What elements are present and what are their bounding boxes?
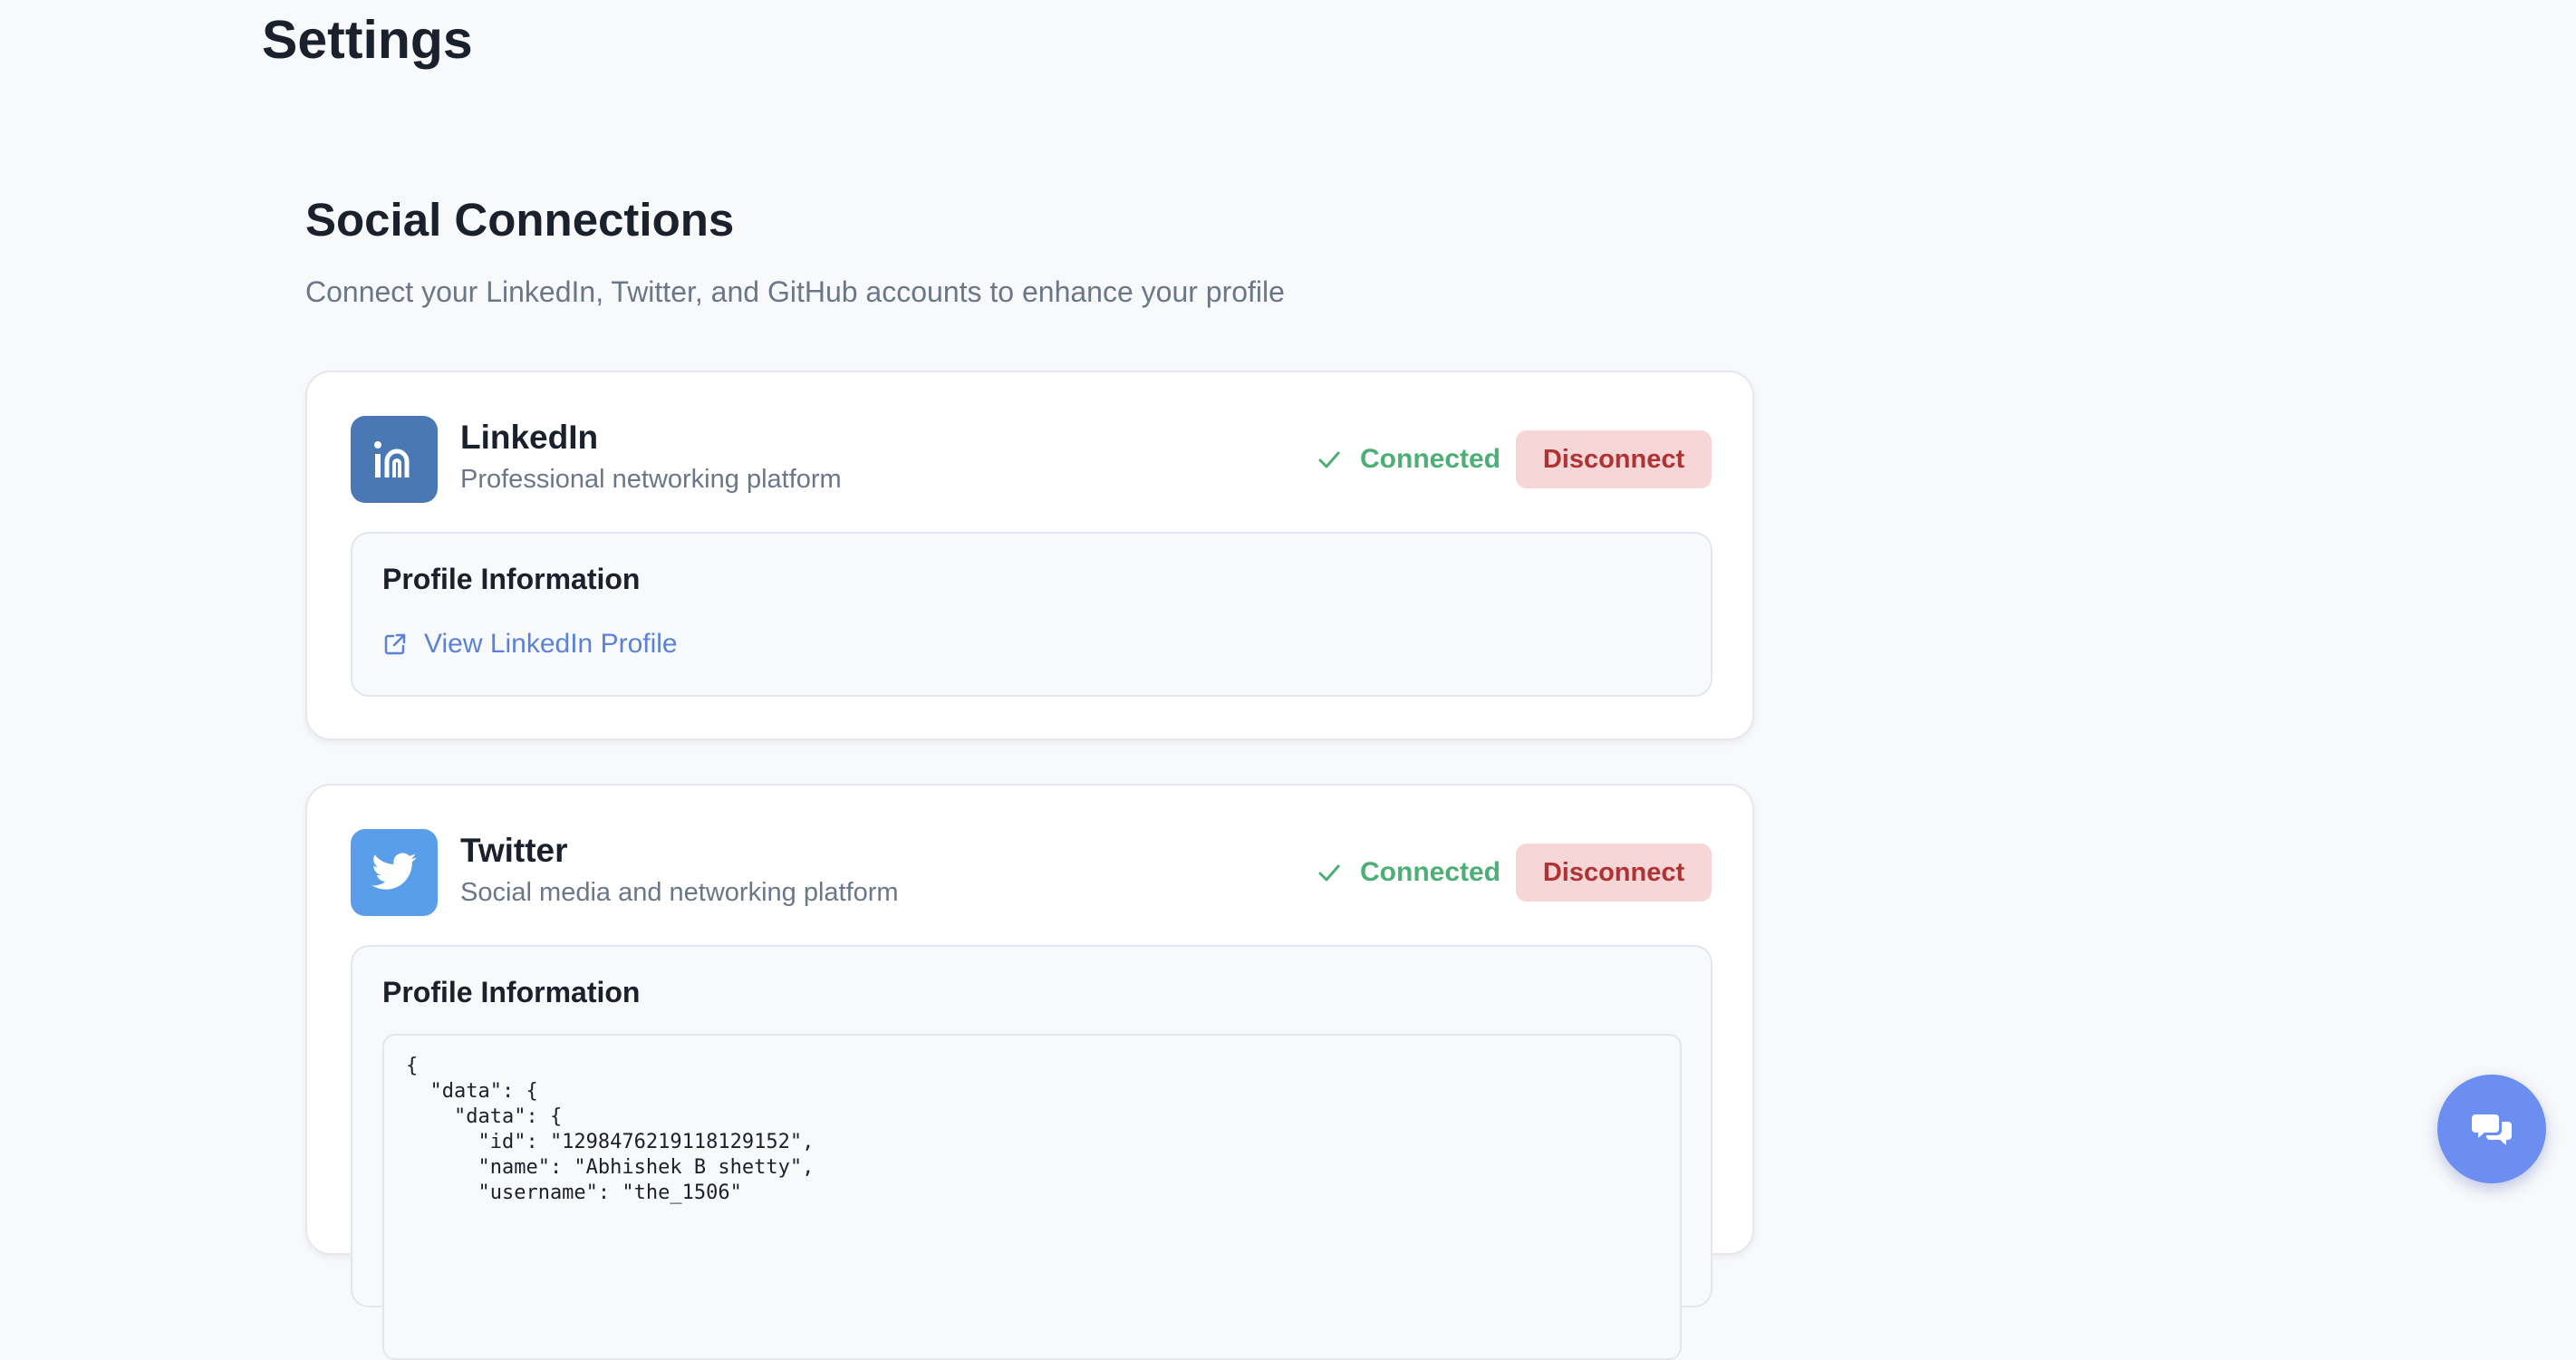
twitter-disconnect-button[interactable]: Disconnect	[1516, 844, 1712, 902]
twitter-profile-info: Profile Information { "data": { "data": …	[351, 945, 1713, 1360]
view-profile-label: View LinkedIn Profile	[424, 629, 678, 659]
profile-json-viewer[interactable]: { "data": { "data": { "id": "12984762191…	[382, 1034, 1682, 1360]
view-linkedin-profile-link[interactable]: View LinkedIn Profile	[382, 629, 678, 660]
external-link-icon	[384, 633, 406, 655]
section-title: Social Connections	[305, 194, 735, 246]
linkedin-description: Professional networking platform	[460, 465, 842, 494]
check-icon	[1318, 451, 1340, 468]
twitter-description: Social media and networking platform	[460, 878, 899, 907]
linkedin-connection-card: LinkedIn Professional networking platfor…	[305, 371, 1754, 740]
linkedin-name: LinkedIn	[460, 419, 599, 456]
linkedin-icon	[351, 416, 438, 503]
status-label: Connected	[1360, 444, 1501, 474]
status-label: Connected	[1360, 857, 1501, 887]
chat-bubbles-icon	[2472, 1114, 2512, 1145]
twitter-name: Twitter	[460, 832, 568, 869]
profile-json-text: { "data": { "data": { "id": "12984762191…	[406, 1055, 815, 1204]
twitter-connection-card: Twitter Social media and networking plat…	[305, 784, 1754, 1360]
profile-info-title: Profile Information	[382, 976, 641, 1008]
linkedin-status: Connected	[1317, 441, 1500, 477]
check-icon	[1318, 864, 1340, 882]
section-description: Connect your LinkedIn, Twitter, and GitH…	[305, 275, 1285, 308]
social-connections-section: Social Connections Connect your LinkedIn…	[305, 190, 1755, 308]
linkedin-profile-info: Profile Information View LinkedIn Profil…	[351, 532, 1713, 697]
chat-button[interactable]	[2437, 1075, 2546, 1183]
page-title: Settings	[262, 10, 473, 70]
twitter-status: Connected	[1317, 854, 1500, 891]
profile-info-title: Profile Information	[382, 563, 641, 595]
twitter-icon	[351, 829, 438, 916]
linkedin-disconnect-button[interactable]: Disconnect	[1516, 430, 1712, 488]
